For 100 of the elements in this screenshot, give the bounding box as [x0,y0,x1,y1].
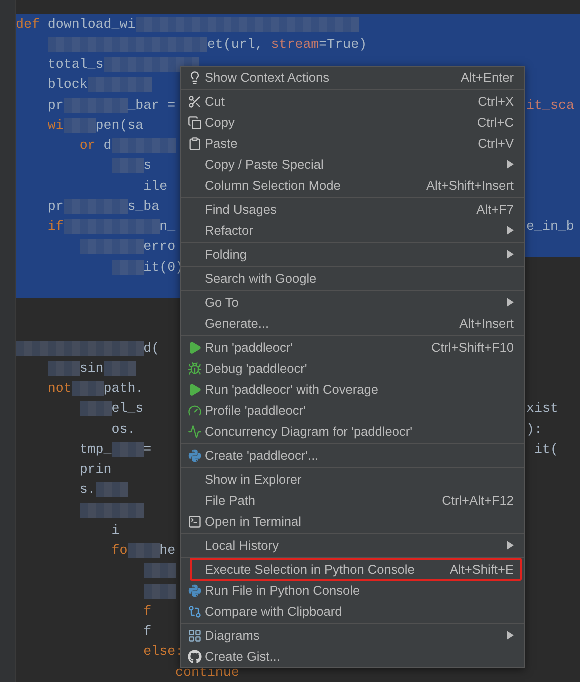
code-text: et(url, [207,36,264,52]
pixelated-block [327,16,360,32]
code-text: ): [526,422,542,437]
pixelated-block [144,584,176,599]
pixelated-block [96,219,128,234]
pixelated-block [64,98,96,113]
menu-item[interactable]: Run 'paddleocr' with Coverage [181,379,524,400]
pixelated-block [72,381,104,396]
pixelated-block [112,502,144,518]
menu-item[interactable]: Create 'paddleocr'... [181,445,524,466]
menu-item[interactable]: Diagrams [181,625,524,646]
gauge-icon [188,404,202,418]
code-text: continue [176,664,240,680]
menu-item[interactable]: Column Selection Mode Alt+Shift+Insert [181,175,524,196]
pixelated-block [64,219,96,234]
code-text: block [48,77,88,92]
menu-item[interactable]: Go To [181,292,524,313]
menu-item[interactable]: Open in Terminal [181,511,524,532]
pixelated-block [88,77,120,92]
pixelated-block [96,482,128,498]
code-text: el_s [112,401,144,416]
pixelated-block [80,502,112,518]
pixelated-block [112,260,144,275]
menu-item[interactable]: Copy Ctrl+C [181,112,524,133]
code-text: pen(sa [96,118,144,133]
code-text: not [48,381,72,396]
code-text: os. [112,422,136,437]
shortcut-text: Alt+Insert [460,316,514,331]
pixelated-block [80,239,112,254]
menu-item[interactable]: Profile 'paddleocr' [181,400,524,421]
code-text: or [80,138,96,154]
code-text: stream [271,36,320,52]
pixelated-block [200,16,232,32]
terminal-icon [188,514,202,528]
copy-icon [188,116,202,130]
menu-item[interactable]: Generate... Alt+Insert [181,313,524,334]
shortcut-text: Ctrl+V [478,136,514,151]
pixelated-block [136,16,168,32]
menu-item[interactable]: Run File in Python Console [181,580,524,601]
menu-item[interactable]: Create Gist... [181,646,524,667]
code-text: download_wi [46,16,136,32]
menu-item[interactable]: Folding [181,244,524,265]
pixelated-block [104,360,136,376]
code-text: xist [526,401,558,416]
python-icon [188,448,202,462]
code-text: f [144,624,152,640]
pixelated-block [112,158,144,174]
pixelated-block [80,36,112,52]
pixelated-block [96,98,128,113]
pixelated-block [136,57,168,72]
menu-item[interactable]: Search with Google [181,268,524,289]
code-text: it( [534,442,558,457]
code-text: wi [48,118,64,133]
menu-item[interactable]: Show in Explorer [181,469,524,490]
menu-item[interactable]: Find Usages Alt+F7 [181,199,524,220]
shortcut-text: Ctrl+C [477,115,514,130]
code-text: _bar = [128,98,176,113]
python-icon [188,584,202,598]
pixelated-block [144,563,176,578]
play-icon [188,382,202,396]
menu-item[interactable]: Concurrency Diagram for 'paddleocr' [181,421,524,442]
shortcut-text: Alt+Enter [461,70,514,85]
menu-item[interactable]: File Path Ctrl+Alt+F12 [181,490,524,511]
pixelated-block [64,198,96,214]
menu-item[interactable]: Show Context Actions Alt+Enter [181,67,524,88]
code-text: e_in_b [526,219,574,234]
pixelated-block [112,239,144,254]
menu-item[interactable]: Run 'paddleocr' Ctrl+Shift+F10 [181,337,524,358]
pixelated-block [176,36,208,52]
code-text: n_ [160,219,176,234]
menu-item[interactable]: Cut Ctrl+X [181,91,524,112]
code-text: if [48,219,64,234]
code-text: path. [104,381,144,396]
shortcut-text: Alt+F7 [476,202,514,217]
code-text: tmp_ [80,442,112,457]
menu-item[interactable]: Compare with Clipboard [181,601,524,622]
pixelated-block [231,16,264,32]
pixelated-block [144,138,176,154]
pixelated-block [16,340,48,356]
activity-icon [188,424,202,438]
pixelated-block [104,57,136,72]
code-text: he [160,543,176,558]
shortcut-text: Ctrl+Shift+F10 [431,340,514,355]
menu-item[interactable]: Paste Ctrl+V [181,133,524,154]
code-text: s_ba [128,198,160,214]
code-text: s. [80,482,96,498]
pixelated-block [263,16,296,32]
menu-item[interactable]: Local History [181,535,524,556]
pixelated-block [112,442,144,457]
github-icon [188,650,202,664]
pixelated-block [80,340,112,356]
menu-item[interactable]: Execute Selection in Python Console Alt+Shift+E [181,559,524,580]
menu-item[interactable]: Refactor [181,220,524,241]
pixelated-block [168,16,200,32]
code-text: erro [144,239,176,254]
menu-item[interactable]: Copy / Paste Special [181,154,524,175]
menu-item[interactable]: Debug 'paddleocr' [181,358,524,379]
code-text: ile [144,178,168,194]
pixelated-block [112,36,144,52]
pixelated-block [64,118,96,133]
